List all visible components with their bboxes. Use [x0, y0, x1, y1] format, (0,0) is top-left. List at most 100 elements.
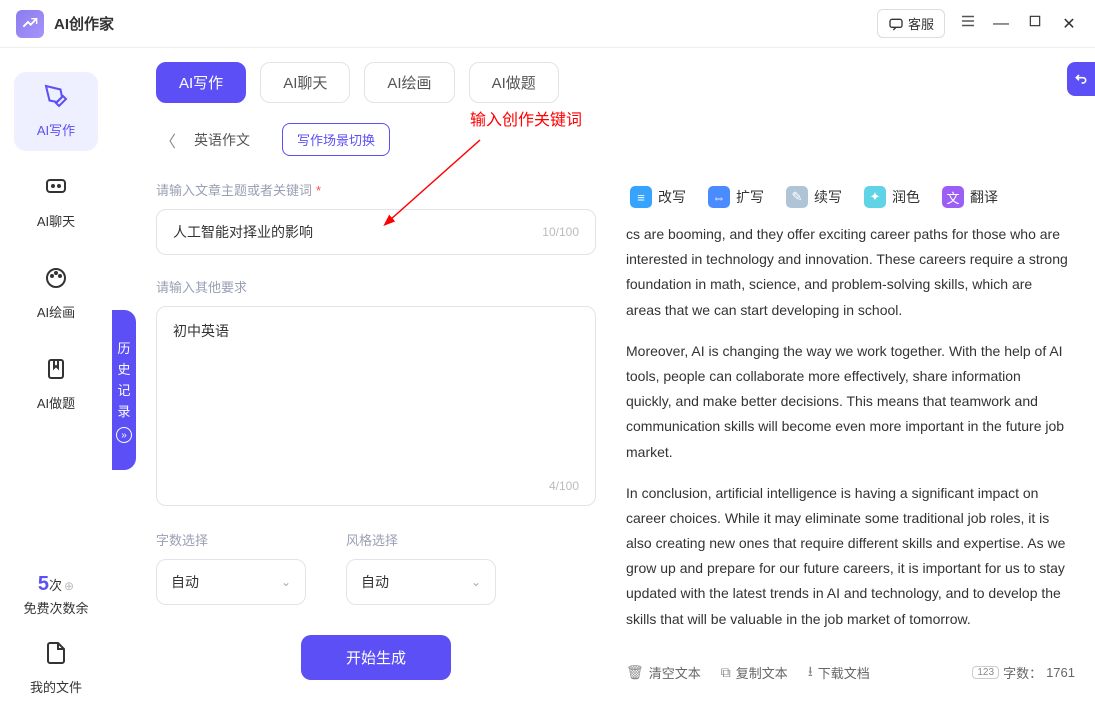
top-tabs: AI写作 AI聊天 AI绘画 AI做题 — [156, 62, 1075, 103]
tool-expand[interactable]: ⇔ 扩写 — [708, 186, 764, 208]
palette-icon — [44, 266, 68, 296]
download-button[interactable]: ⭳ 下载文档 — [808, 661, 870, 685]
menu-icon — [959, 12, 977, 30]
chevron-down-icon: ⌄ — [471, 575, 481, 589]
history-tab[interactable]: 历史记录 » — [112, 310, 136, 470]
chat-icon — [888, 16, 904, 32]
myfiles-label: 我的文件 — [30, 677, 82, 696]
wc-label: 字数： — [1003, 663, 1042, 682]
tool-label: 续写 — [814, 187, 842, 207]
footer-label: 下载文档 — [818, 663, 870, 682]
tab-write[interactable]: AI写作 — [156, 62, 246, 103]
output-paragraph: In conclusion, artificial intelligence i… — [626, 481, 1069, 632]
breadcrumb-text: 英语作文 — [194, 130, 250, 150]
annotation-text: 输入创作关键词 — [470, 106, 582, 130]
word-count: 123 字数： 1761 — [972, 663, 1075, 682]
output-panel: ≡ 改写 ⇔ 扩写 ✎ 续写 ✦ 润色 文翻译 cs are booming, and … — [626, 180, 1075, 697]
sidebar-item-write[interactable]: AI写作 — [14, 72, 98, 151]
tool-continue[interactable]: ✎ 续写 — [786, 186, 842, 208]
sidebar-item-label: AI做题 — [37, 393, 75, 412]
wc-value: 1761 — [1046, 665, 1075, 680]
generate-button[interactable]: 开始生成 — [301, 635, 451, 680]
sidebar: AI写作 AI聊天 AI绘画 AI做题 5次⊕ 免费次数余 我的文件 — [0, 48, 112, 716]
chevron-down-icon: ⌄ — [281, 575, 291, 589]
wc-badge-icon: 123 — [972, 666, 999, 679]
topic-input[interactable] — [173, 224, 542, 240]
rewrite-icon: ≡ — [630, 186, 652, 208]
tool-polish[interactable]: ✦ 润色 — [864, 186, 920, 208]
words-label: 字数选择 — [156, 530, 306, 549]
support-label: 客服 — [908, 14, 934, 33]
copy-icon: ⧉ — [721, 664, 731, 681]
tool-label: 改写 — [658, 187, 686, 207]
back-button[interactable]: 〈 — [156, 128, 180, 152]
style-value: 自动 — [361, 572, 389, 592]
close-button[interactable]: ✕ — [1059, 14, 1079, 34]
output-paragraph: Moreover, AI is changing the way we work… — [626, 339, 1069, 465]
polish-icon: ✦ — [864, 186, 886, 208]
expand-icon: ⇔ — [708, 186, 730, 208]
tab-homework[interactable]: AI做题 — [469, 62, 559, 103]
chevron-right-icon: » — [116, 427, 132, 443]
chat-bubble-icon — [44, 175, 68, 205]
side-action-button[interactable] — [1067, 62, 1095, 96]
maximize-button[interactable] — [1025, 14, 1045, 33]
extra-textarea[interactable]: 初中英语 — [173, 321, 579, 471]
tool-translate[interactable]: 文翻译 — [942, 186, 998, 208]
square-icon — [1028, 14, 1042, 28]
extra-textarea-box[interactable]: 初中英语 4/100 — [156, 306, 596, 506]
tab-chat[interactable]: AI聊天 — [260, 62, 350, 103]
output-footer: 🗑 清空文本 ⧉ 复制文本 ⭳ 下载文档 123 字数： 1761 — [626, 648, 1075, 697]
quota-times: 次 — [49, 578, 62, 593]
extra-label: 请输入其他要求 — [156, 277, 596, 296]
main-area: AI写作 AI聊天 AI绘画 AI做题 〈 英语作文 写作场景切换 请输入文章主… — [146, 48, 1095, 716]
topic-label: 请输入文章主题或者关键词* — [156, 180, 596, 199]
topic-counter: 10/100 — [542, 225, 579, 239]
sidebar-item-label: AI绘画 — [37, 302, 75, 321]
minimize-button[interactable]: — — [991, 15, 1011, 33]
tool-label: 翻译 — [970, 187, 998, 207]
support-button[interactable]: 客服 — [877, 9, 945, 38]
tab-paint[interactable]: AI绘画 — [364, 62, 454, 103]
sidebar-item-homework[interactable]: AI做题 — [14, 345, 98, 424]
menu-button[interactable] — [959, 12, 977, 35]
pen-icon — [44, 84, 68, 114]
output-text[interactable]: cs are booming, and they offer exciting … — [626, 222, 1075, 648]
sidebar-item-label: AI聊天 — [37, 211, 75, 230]
plus-icon[interactable]: ⊕ — [64, 579, 74, 593]
translate-icon: 文 — [942, 186, 964, 208]
tool-rewrite[interactable]: ≡ 改写 — [630, 186, 686, 208]
sidebar-item-paint[interactable]: AI绘画 — [14, 254, 98, 333]
continue-icon: ✎ — [786, 186, 808, 208]
quota-number: 5 — [38, 573, 49, 595]
quota-label: 免费次数余 — [23, 598, 88, 617]
footer-label: 复制文本 — [736, 663, 788, 682]
breadcrumb: 〈 英语作文 写作场景切换 — [156, 123, 1075, 156]
download-icon: ⭳ — [808, 661, 813, 685]
copy-button[interactable]: ⧉ 复制文本 — [721, 663, 788, 682]
app-logo — [16, 10, 44, 38]
footer-label: 清空文本 — [649, 663, 701, 682]
trash-icon: 🗑 — [626, 664, 644, 681]
style-label: 风格选择 — [346, 530, 496, 549]
input-panel: 请输入文章主题或者关键词* 10/100 请输入其他要求 初中英语 4/100 … — [156, 180, 596, 697]
sidebar-item-chat[interactable]: AI聊天 — [14, 163, 98, 242]
file-icon — [44, 641, 68, 671]
switch-scene-button[interactable]: 写作场景切换 — [282, 123, 390, 156]
quota-display: 5次⊕ 免费次数余 — [23, 573, 88, 617]
bookmark-icon — [44, 357, 68, 387]
tools-row: ≡ 改写 ⇔ 扩写 ✎ 续写 ✦ 润色 文翻译 — [626, 186, 1075, 208]
topic-input-box[interactable]: 10/100 — [156, 209, 596, 255]
words-value: 自动 — [171, 572, 199, 592]
tool-label: 扩写 — [736, 187, 764, 207]
words-select[interactable]: 自动 ⌄ — [156, 559, 306, 605]
extra-counter: 4/100 — [549, 479, 579, 493]
tool-label: 润色 — [892, 187, 920, 207]
style-select[interactable]: 自动 ⌄ — [346, 559, 496, 605]
app-title: AI创作家 — [54, 13, 114, 34]
clear-button[interactable]: 🗑 清空文本 — [626, 663, 701, 682]
titlebar: AI创作家 客服 — ✕ — [0, 0, 1095, 48]
output-paragraph: cs are booming, and they offer exciting … — [626, 222, 1069, 323]
return-icon — [1073, 71, 1089, 87]
myfiles-button[interactable]: 我的文件 — [30, 641, 82, 696]
